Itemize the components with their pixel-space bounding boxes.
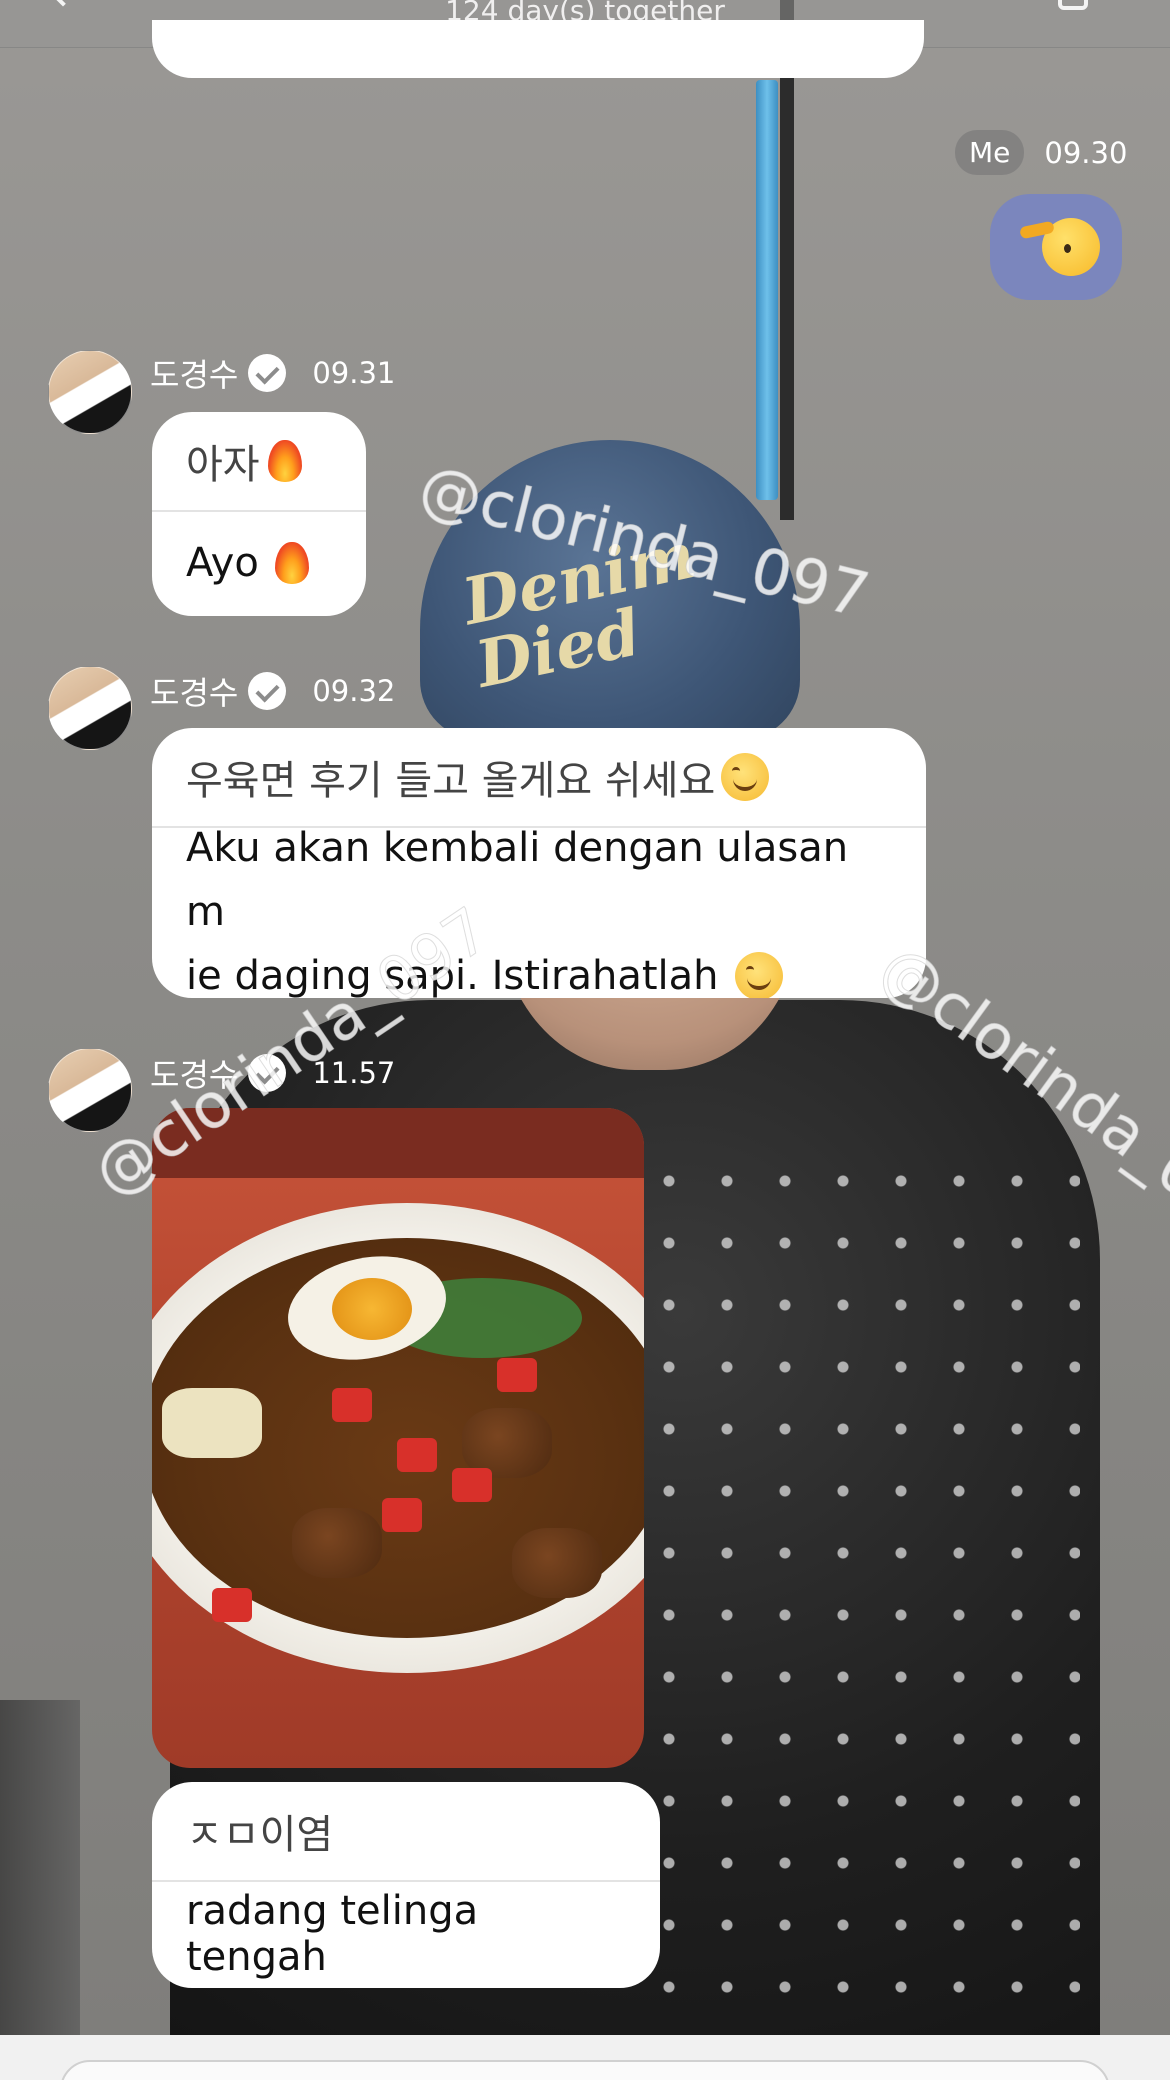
photo-tomato (397, 1438, 437, 1472)
photo-radish (162, 1388, 262, 1458)
previous-message-bubble (152, 20, 924, 78)
original-text: 아자 (186, 442, 260, 488)
salute-emoji-icon (1042, 218, 1100, 276)
photo-beef (292, 1508, 382, 1578)
translation-text: radang telinga tengah (186, 1888, 479, 1980)
message-time: 09.32 (312, 674, 396, 708)
background-shadow (0, 1700, 80, 2035)
photo-yolk (332, 1278, 412, 1340)
photo-tomato (497, 1358, 537, 1392)
fire-emoji-icon (267, 440, 302, 482)
avatar[interactable] (48, 1048, 132, 1132)
original-text-row: ㅈㅁ이염 (152, 1782, 660, 1882)
smiling-emoji-icon (734, 952, 783, 998)
original-text-row: 아자 (152, 412, 366, 512)
message-input[interactable] (60, 2060, 1110, 2080)
translation-row: Aku akan kembali dengan ulasan m ie dagi… (152, 825, 926, 998)
photo-tomato (452, 1468, 492, 1502)
sender-row: 도경수 09.31 (150, 350, 395, 396)
fire-emoji-icon (274, 542, 309, 584)
translation-row: Ayo (152, 512, 366, 614)
my-message-bubble[interactable] (990, 194, 1122, 300)
verified-icon (248, 354, 287, 392)
original-text: ㅈㅁ이염 (186, 1812, 334, 1858)
message-bubble[interactable]: ㅈㅁ이염 radang telinga tengah (152, 1782, 660, 1988)
translation-text: Ayo (186, 540, 259, 586)
background-door-edge (780, 0, 794, 520)
my-message-meta: Me 09.30 (955, 130, 1127, 175)
sender-name: 도경수 (150, 356, 239, 394)
sender-row: 도경수 09.32 (150, 668, 395, 714)
avatar[interactable] (48, 350, 132, 434)
food-photo[interactable] (152, 1108, 644, 1768)
message-time: 09.30 (1044, 135, 1128, 170)
sender-name: 도경수 (150, 674, 239, 712)
me-badge: Me (955, 130, 1025, 175)
message-bubble[interactable]: 아자 Ayo (152, 412, 366, 616)
translation-line-1: Aku akan kembali dengan ulasan m (186, 825, 849, 935)
original-text: 우육면 후기 들고 올게요 쉬세요 (186, 758, 716, 804)
photo-beef (512, 1528, 602, 1598)
smiling-emoji-icon (721, 753, 770, 801)
message-bubble[interactable]: 우육면 후기 들고 올게요 쉬세요 Aku akan kembali denga… (152, 728, 926, 998)
photo-tomato (382, 1498, 422, 1532)
message-time: 09.31 (312, 356, 396, 390)
translation-row: radang telinga tengah (152, 1882, 660, 1986)
photo-tomato (212, 1588, 252, 1622)
original-text-row: 우육면 후기 들고 올게요 쉬세요 (152, 728, 926, 828)
background-blue-bar (756, 80, 778, 500)
avatar[interactable] (48, 666, 132, 750)
background-jacket-studs (640, 1150, 1080, 2030)
menu-icon[interactable] (1058, 0, 1088, 10)
verified-icon (248, 672, 287, 710)
photo-tomato (332, 1388, 372, 1422)
